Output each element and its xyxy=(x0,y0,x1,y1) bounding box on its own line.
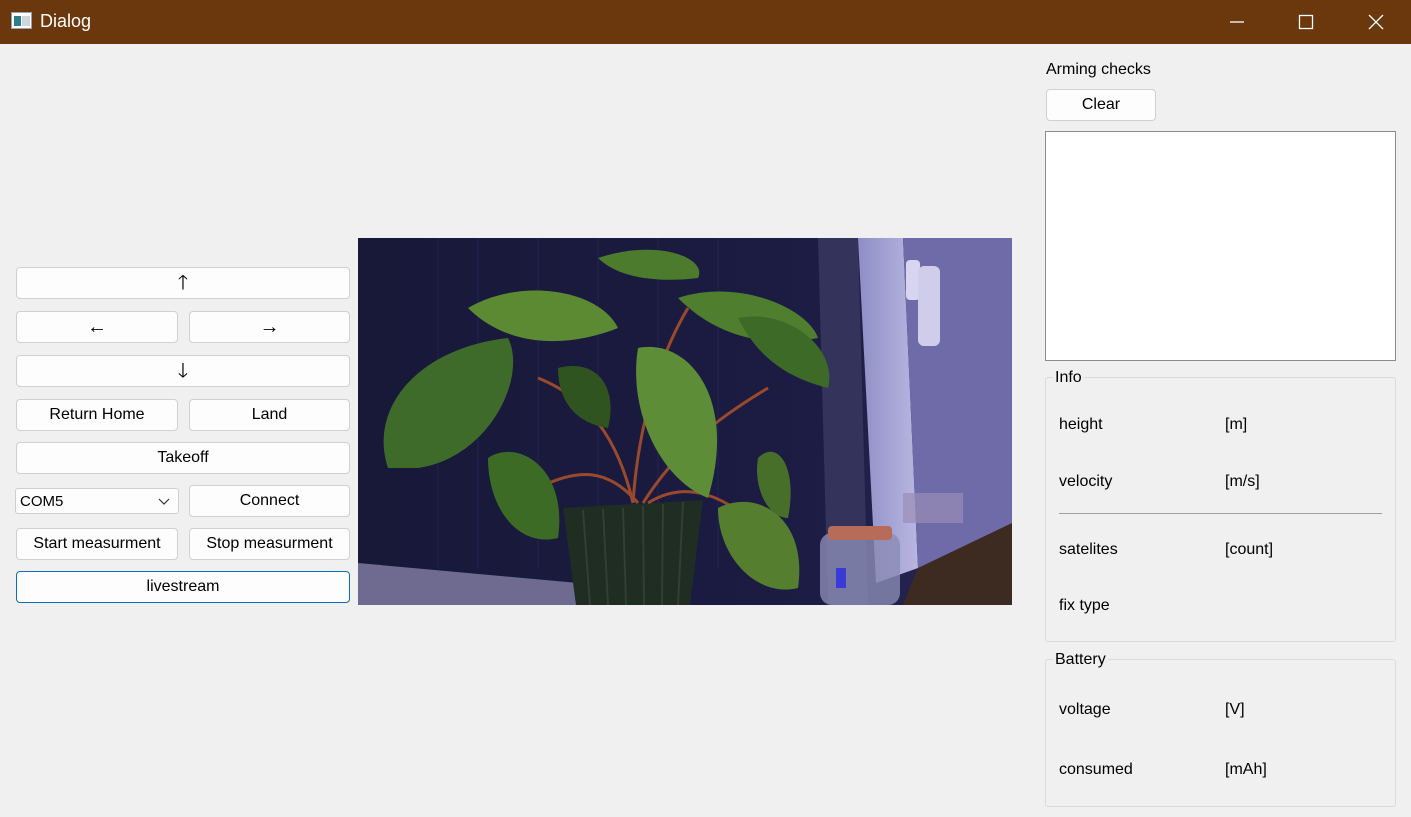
arrow-right-icon: → xyxy=(259,316,280,338)
connect-button[interactable]: Connect xyxy=(189,485,350,517)
info-group-title: Info xyxy=(1053,369,1084,387)
takeoff-button[interactable]: Takeoff xyxy=(16,442,350,474)
close-icon xyxy=(1368,14,1384,30)
move-left-button[interactable]: ← xyxy=(16,311,178,343)
arming-checks-label: Arming checks xyxy=(1046,61,1151,78)
minimize-icon xyxy=(1230,21,1244,23)
battery-group-title: Battery xyxy=(1053,651,1108,669)
port-select-value: COM5 xyxy=(20,493,64,510)
battery-group xyxy=(1045,659,1396,807)
height-label: height xyxy=(1059,416,1103,433)
land-button[interactable]: Land xyxy=(189,399,350,431)
clear-button[interactable]: Clear xyxy=(1046,89,1156,121)
app-window-icon xyxy=(11,12,32,29)
move-back-button[interactable]: 🡓 xyxy=(16,355,350,387)
window-title: Dialog xyxy=(40,11,92,31)
video-feed xyxy=(358,238,1012,605)
arrow-down-icon: 🡓 xyxy=(177,360,189,382)
arrow-up-icon: 🡑 xyxy=(177,272,189,294)
satellites-unit: [count] xyxy=(1225,541,1274,558)
info-separator xyxy=(1059,513,1382,514)
title-bar: Dialog xyxy=(0,0,1411,44)
move-right-button[interactable]: → xyxy=(189,311,350,343)
voltage-unit: [V] xyxy=(1225,701,1245,718)
port-select[interactable]: COM5 xyxy=(15,488,179,514)
arming-checks-log[interactable] xyxy=(1045,131,1396,361)
height-unit: [m] xyxy=(1225,416,1248,433)
maximize-icon xyxy=(1298,14,1314,30)
chevron-down-icon xyxy=(158,498,170,505)
satellites-label: satelites xyxy=(1059,541,1118,558)
livestream-button[interactable]: livestream xyxy=(16,571,350,603)
close-button[interactable] xyxy=(1341,0,1411,44)
stop-measurement-button[interactable]: Stop measurment xyxy=(189,528,350,560)
maximize-button[interactable] xyxy=(1271,0,1341,44)
arrow-left-icon: ← xyxy=(87,316,107,338)
start-measurement-button[interactable]: Start measurment xyxy=(16,528,178,560)
consumed-label: consumed xyxy=(1059,761,1133,778)
consumed-unit: [mAh] xyxy=(1225,761,1267,778)
return-home-button[interactable]: Return Home xyxy=(16,399,178,431)
velocity-unit: [m/s] xyxy=(1225,473,1260,490)
move-forward-button[interactable]: 🡑 xyxy=(16,267,350,299)
camera-frame-image xyxy=(358,238,1012,605)
velocity-label: velocity xyxy=(1059,473,1113,490)
minimize-button[interactable] xyxy=(1202,0,1272,44)
fix-type-label: fix type xyxy=(1059,597,1110,614)
voltage-label: voltage xyxy=(1059,701,1111,718)
